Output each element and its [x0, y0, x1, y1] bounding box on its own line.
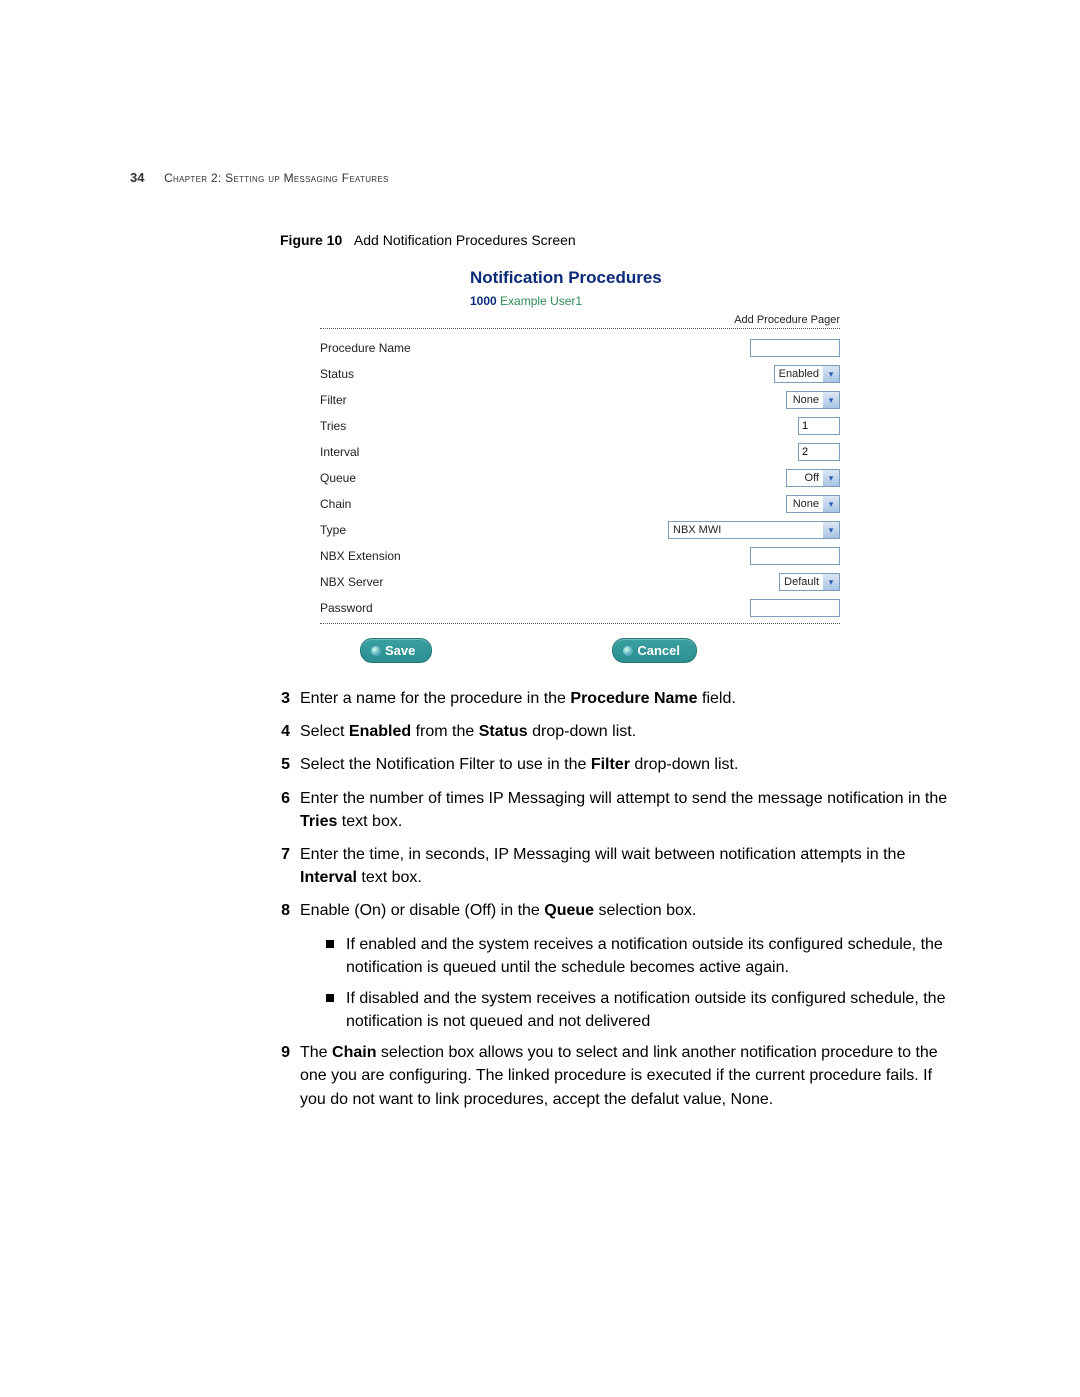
password-input[interactable]	[750, 599, 840, 617]
divider	[320, 623, 840, 624]
step-text: Select Enabled from the Status drop-down…	[300, 720, 950, 743]
list-item: 8 Enable (On) or disable (Off) in the Qu…	[130, 899, 950, 922]
type-select-value: NBX MWI	[669, 522, 823, 538]
user-extension: 1000	[470, 294, 497, 308]
chain-select[interactable]: None ▾	[786, 495, 840, 513]
figure-caption: Figure 10 Add Notification Procedures Sc…	[280, 232, 950, 248]
chapter-title: Chapter 2: Setting up Messaging Features	[164, 171, 389, 185]
row-status: Status Enabled ▾	[320, 363, 840, 385]
label-status: Status	[320, 367, 354, 381]
step-number: 3	[130, 687, 300, 710]
sub-bullet: If enabled and the system receives a not…	[326, 933, 950, 979]
list-item: 5 Select the Notification Filter to use …	[130, 753, 950, 776]
tries-input[interactable]	[798, 417, 840, 435]
user-line: 1000 Example User1	[470, 294, 840, 308]
interval-input[interactable]	[798, 443, 840, 461]
square-bullet-icon	[326, 994, 334, 1002]
document-page: 34 Chapter 2: Setting up Messaging Featu…	[0, 0, 1080, 1397]
chevron-down-icon: ▾	[823, 496, 839, 512]
status-select[interactable]: Enabled ▾	[774, 365, 840, 383]
user-name-link[interactable]: Example User1	[500, 294, 582, 308]
step-text: Enter a name for the procedure in the Pr…	[300, 687, 950, 710]
bullet-icon	[623, 646, 633, 656]
chain-select-value: None	[787, 496, 823, 512]
list-item: 4 Select Enabled from the Status drop-do…	[130, 720, 950, 743]
step-text: The Chain selection box allows you to se…	[300, 1041, 950, 1111]
save-button[interactable]: Save	[360, 638, 432, 663]
chevron-down-icon: ▾	[823, 522, 839, 538]
chevron-down-icon: ▾	[823, 366, 839, 382]
label-procedure-name: Procedure Name	[320, 341, 411, 355]
sub-bullet-text: If disabled and the system receives a no…	[346, 987, 950, 1033]
step-number: 8	[130, 899, 300, 922]
queue-select-value: Off	[787, 470, 823, 486]
label-type: Type	[320, 523, 346, 537]
step-text: Select the Notification Filter to use in…	[300, 753, 950, 776]
label-queue: Queue	[320, 471, 356, 485]
queue-select[interactable]: Off ▾	[786, 469, 840, 487]
cancel-button[interactable]: Cancel	[612, 638, 697, 663]
row-interval: Interval	[320, 441, 840, 463]
cancel-button-label: Cancel	[637, 643, 680, 658]
step-text: Enter the time, in seconds, IP Messaging…	[300, 843, 950, 889]
nbx-extension-input[interactable]	[750, 547, 840, 565]
figure-caption-text: Add Notification Procedures Screen	[354, 232, 576, 248]
chevron-down-icon: ▾	[823, 574, 839, 590]
label-filter: Filter	[320, 393, 347, 407]
button-bar: Save Cancel	[360, 638, 840, 663]
nbx-server-select[interactable]: Default ▾	[779, 573, 840, 591]
add-procedure-link[interactable]: Add Procedure Pager	[320, 314, 840, 326]
filter-select[interactable]: None ▾	[786, 391, 840, 409]
row-nbx-extension: NBX Extension	[320, 545, 840, 567]
running-header: 34 Chapter 2: Setting up Messaging Featu…	[130, 170, 389, 185]
list-item: 7 Enter the time, in seconds, IP Messagi…	[130, 843, 950, 889]
procedure-name-input[interactable]	[750, 339, 840, 357]
chevron-down-icon: ▾	[823, 392, 839, 408]
step-number: 5	[130, 753, 300, 776]
status-select-value: Enabled	[775, 366, 823, 382]
row-nbx-server: NBX Server Default ▾	[320, 571, 840, 593]
label-interval: Interval	[320, 445, 359, 459]
step-text: Enable (On) or disable (Off) in the Queu…	[300, 899, 950, 922]
step-number: 4	[130, 720, 300, 743]
panel-title: Notification Procedures	[470, 268, 840, 288]
step-number: 6	[130, 787, 300, 833]
row-filter: Filter None ▾	[320, 389, 840, 411]
square-bullet-icon	[326, 940, 334, 948]
list-item: 9 The Chain selection box allows you to …	[130, 1041, 950, 1111]
bullet-icon	[371, 646, 381, 656]
sub-bullet: If disabled and the system receives a no…	[326, 987, 950, 1033]
row-procedure-name: Procedure Name	[320, 337, 840, 359]
chevron-down-icon: ▾	[823, 470, 839, 486]
row-tries: Tries	[320, 415, 840, 437]
step-text: Enter the number of times IP Messaging w…	[300, 787, 950, 833]
list-item: 3 Enter a name for the procedure in the …	[130, 687, 950, 710]
row-password: Password	[320, 597, 840, 619]
figure-screenshot: Notification Procedures 1000 Example Use…	[320, 268, 840, 663]
filter-select-value: None	[787, 392, 823, 408]
nbx-server-select-value: Default	[780, 574, 823, 590]
label-nbx-extension: NBX Extension	[320, 549, 401, 563]
step-list: 3 Enter a name for the procedure in the …	[130, 687, 950, 1111]
save-button-label: Save	[385, 643, 415, 658]
step-number: 7	[130, 843, 300, 889]
label-password: Password	[320, 601, 373, 615]
row-chain: Chain None ▾	[320, 493, 840, 515]
label-tries: Tries	[320, 419, 346, 433]
row-queue: Queue Off ▾	[320, 467, 840, 489]
figure-label: Figure 10	[280, 232, 342, 248]
label-chain: Chain	[320, 497, 351, 511]
type-select[interactable]: NBX MWI ▾	[668, 521, 840, 539]
page-number: 34	[130, 170, 144, 185]
step-number: 9	[130, 1041, 300, 1111]
divider	[320, 328, 840, 329]
sub-bullet-text: If enabled and the system receives a not…	[346, 933, 950, 979]
row-type: Type NBX MWI ▾	[320, 519, 840, 541]
label-nbx-server: NBX Server	[320, 575, 383, 589]
list-item: 6 Enter the number of times IP Messaging…	[130, 787, 950, 833]
